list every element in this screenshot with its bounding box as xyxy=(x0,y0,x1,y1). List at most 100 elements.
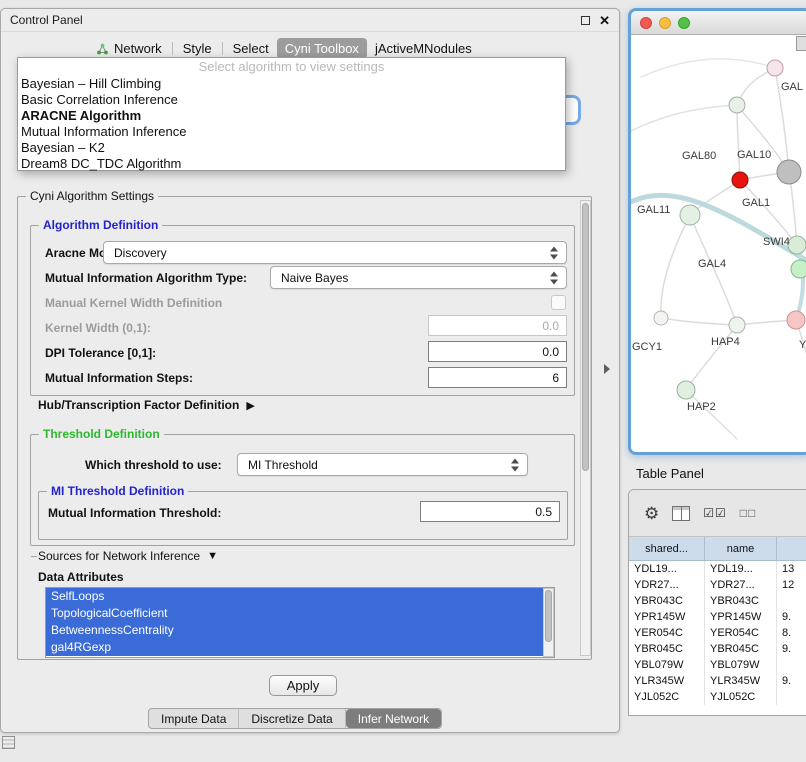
table-row[interactable]: YBR045CYBR045C9. xyxy=(629,641,806,657)
table-row[interactable]: YER054CYER054C8. xyxy=(629,625,806,641)
stepper-arrows-icon xyxy=(511,458,520,471)
algorithm-option[interactable]: ARACNE Algorithm xyxy=(18,108,565,124)
expand-down-icon: ▼ xyxy=(207,550,218,562)
settings-scrollbar-thumb[interactable] xyxy=(582,203,589,471)
collapsed-panel-icon[interactable] xyxy=(2,736,15,749)
network-node[interactable] xyxy=(788,236,806,254)
algorithm-option[interactable]: Mutual Information Inference xyxy=(18,124,565,140)
select-all-icon[interactable]: ☑☑ xyxy=(703,506,727,520)
network-edge xyxy=(690,215,737,325)
algorithm-option[interactable]: Basic Correlation Inference xyxy=(18,92,565,108)
table-cell: YER054C xyxy=(629,625,705,641)
network-node[interactable] xyxy=(654,311,668,325)
network-node[interactable] xyxy=(680,205,700,225)
table-row[interactable]: YPR145WYPR145W9. xyxy=(629,609,806,625)
deselect-all-icon[interactable]: □□ xyxy=(740,506,757,520)
network-node[interactable] xyxy=(732,172,748,188)
table-row[interactable]: YJL052CYJL052C xyxy=(629,689,806,705)
table-row[interactable]: YBL079WYBL079W xyxy=(629,657,806,673)
column-header-shared[interactable]: shared... xyxy=(629,537,705,560)
table-cell: YBR043C xyxy=(629,593,705,609)
overview-box[interactable] xyxy=(796,36,806,51)
network-edge xyxy=(686,390,737,439)
data-attribute-item[interactable]: BetweennessCentrality xyxy=(46,622,543,639)
tab-jactivemnodules[interactable]: jActiveMNodules xyxy=(367,38,480,59)
attribute-list-scrollbar-thumb[interactable] xyxy=(545,590,552,642)
aracne-mode-select[interactable]: Discovery xyxy=(103,241,567,264)
kernel-width-input[interactable]: 0.0 xyxy=(428,315,567,336)
column-browser-bar xyxy=(681,507,682,520)
table-cell: YBL079W xyxy=(629,657,705,673)
tab-infer-network[interactable]: Infer Network xyxy=(346,709,441,728)
which-threshold-select[interactable]: MI Threshold xyxy=(237,453,528,476)
table-cell: YBR045C xyxy=(705,641,777,657)
attribute-list-scrollbar[interactable] xyxy=(543,588,554,657)
network-node-label: GAL11 xyxy=(637,204,670,216)
column-header-extra[interactable] xyxy=(777,537,806,560)
network-node[interactable] xyxy=(777,160,801,184)
tab-discretize-data[interactable]: Discretize Data xyxy=(239,709,345,728)
tab-style[interactable]: Style xyxy=(175,38,220,59)
mi-threshold-input[interactable]: 0.5 xyxy=(420,501,560,522)
network-node[interactable] xyxy=(729,97,745,113)
close-traffic-light[interactable] xyxy=(640,17,652,29)
network-edge xyxy=(661,318,737,325)
table-cell: YPR145W xyxy=(705,609,777,625)
hub-section-toggle[interactable]: Hub/Transcription Factor Definition ▶ xyxy=(38,398,255,412)
gear-icon[interactable]: ⚙ xyxy=(644,505,659,522)
table-toolbar: ⚙ ☑☑ □□ xyxy=(629,490,806,537)
network-node-label: GCY1 xyxy=(632,341,662,353)
tab-label: Select xyxy=(233,41,269,56)
apply-button[interactable]: Apply xyxy=(269,675,337,696)
data-attribute-item[interactable]: SelfLoops xyxy=(46,588,543,605)
table-cell: YBR045C xyxy=(629,641,705,657)
network-edge xyxy=(631,105,737,131)
table-cell: 9. xyxy=(777,641,806,657)
algorithm-definition-title: Algorithm Definition xyxy=(39,218,162,232)
algorithm-option[interactable]: Bayesian – K2 xyxy=(18,140,565,156)
minimize-traffic-light[interactable] xyxy=(659,17,671,29)
network-node[interactable] xyxy=(767,60,783,76)
mi-steps-input[interactable]: 6 xyxy=(428,367,567,388)
tab-select[interactable]: Select xyxy=(225,38,277,59)
kernel-width-label: Kernel Width (0,1): xyxy=(45,321,151,335)
network-node[interactable] xyxy=(787,311,805,329)
panel-resize-arrow-icon[interactable] xyxy=(604,364,610,374)
zoom-traffic-light[interactable] xyxy=(678,17,690,29)
table-cell: 9. xyxy=(777,609,806,625)
data-attribute-item[interactable]: gal4RGexp xyxy=(46,639,543,656)
table-row[interactable]: YLR345WYLR345W9. xyxy=(629,673,806,689)
network-edge xyxy=(737,105,740,180)
tab-cyni-toolbox[interactable]: Cyni Toolbox xyxy=(277,38,367,59)
tab-label: Style xyxy=(183,41,212,56)
column-header-name[interactable]: name xyxy=(705,537,777,560)
table-cell: YJL052C xyxy=(705,689,777,705)
mi-threshold-value: 0.5 xyxy=(535,505,552,519)
stepper-arrows-icon xyxy=(550,271,559,284)
dpi-tolerance-input[interactable]: 0.0 xyxy=(428,341,567,362)
network-canvas[interactable]: GALGAL80GAL10GAL11GAL1SWI4GAL4GCY1HAP4HA… xyxy=(631,35,806,452)
network-node-label: HAP2 xyxy=(687,401,716,413)
network-node[interactable] xyxy=(791,260,806,278)
settings-scrollbar[interactable] xyxy=(580,200,591,656)
network-tab-icon xyxy=(96,43,109,55)
column-browser-icon[interactable] xyxy=(672,506,690,521)
table-cell: YDL19... xyxy=(705,561,777,577)
table-row[interactable]: YBR043CYBR043C xyxy=(629,593,806,609)
table-panel-title: Table Panel xyxy=(636,466,704,481)
tab-impute-data[interactable]: Impute Data xyxy=(149,709,239,728)
table-row[interactable]: YDR27...YDR27...12 xyxy=(629,577,806,593)
network-node[interactable] xyxy=(729,317,745,333)
data-attribute-list[interactable]: SelfLoopsTopologicalCoefficientBetweenne… xyxy=(45,587,555,658)
sources-section-toggle[interactable]: Sources for Network Inference ▼ xyxy=(38,549,218,563)
mi-type-select[interactable]: Naive Bayes xyxy=(270,266,567,289)
close-window-icon[interactable]: ✕ xyxy=(599,14,610,27)
algorithm-option[interactable]: Dream8 DC_TDC Algorithm xyxy=(18,156,565,172)
tab-network[interactable]: Network xyxy=(88,38,170,59)
manual-kernel-checkbox[interactable] xyxy=(551,295,566,310)
network-node[interactable] xyxy=(677,381,695,399)
float-window-icon[interactable] xyxy=(581,16,590,25)
data-attribute-item[interactable]: TopologicalCoefficient xyxy=(46,605,543,622)
table-row[interactable]: YDL19...YDL19...13 xyxy=(629,561,806,577)
algorithm-option[interactable]: Bayesian – Hill Climbing xyxy=(18,76,565,92)
